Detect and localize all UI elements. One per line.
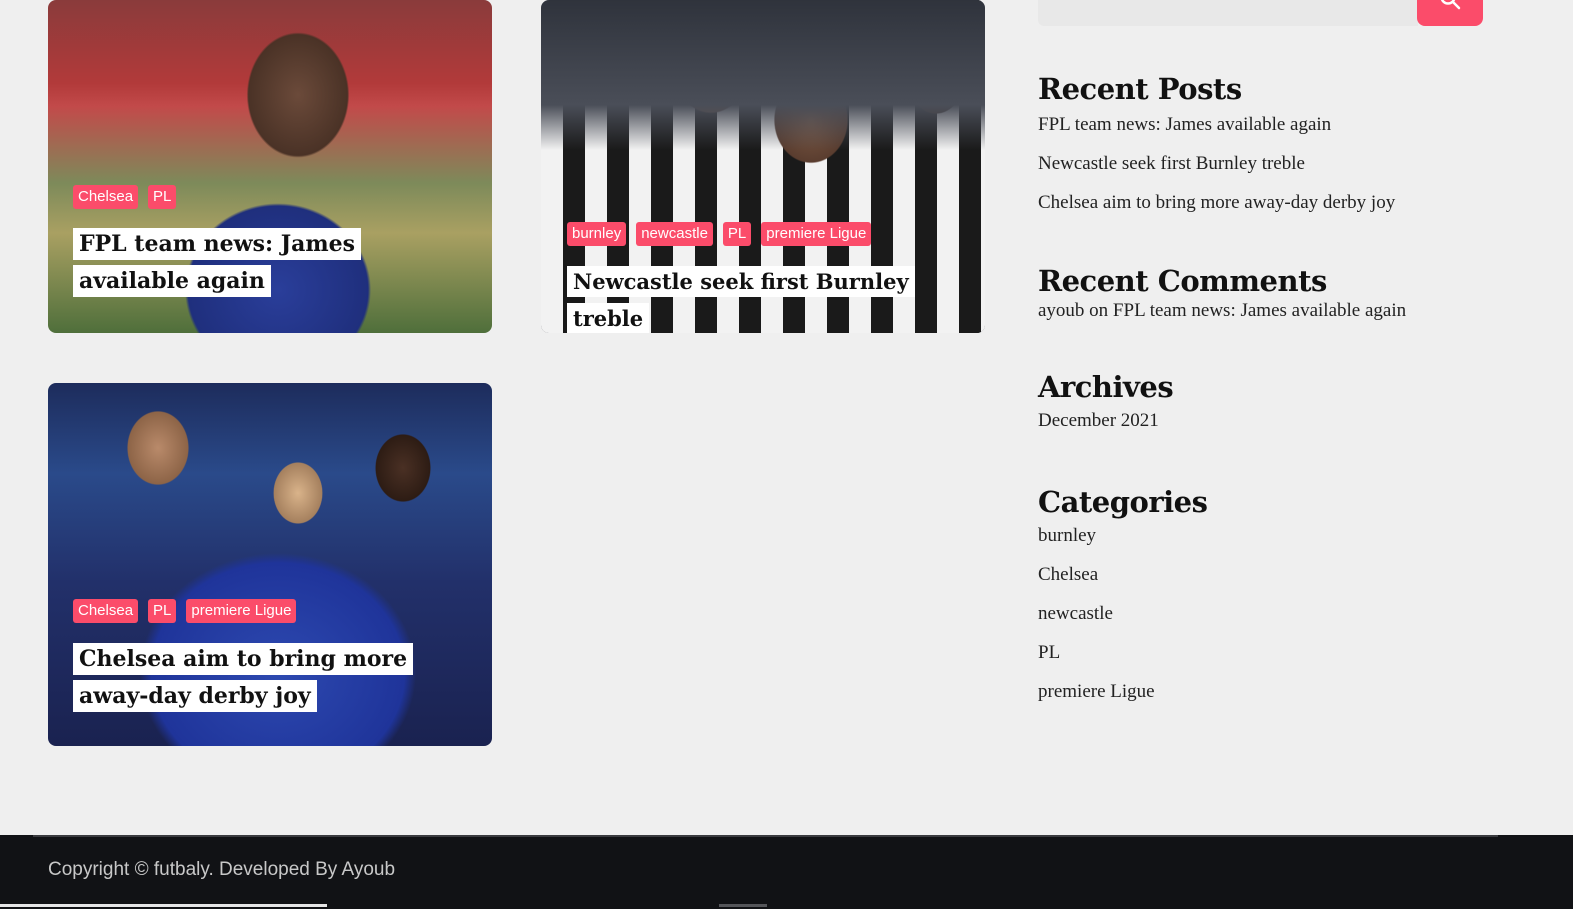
footer-copyright: Copyright © futbaly. Developed By Ayoub bbox=[48, 859, 396, 880]
recent-post-link[interactable]: FPL team news: James available again bbox=[1038, 112, 1508, 151]
recent-post-link[interactable]: Chelsea aim to bring more away-day derby… bbox=[1038, 190, 1508, 229]
archives-widget: Archives December 2021 bbox=[1038, 370, 1508, 447]
post-title-link[interactable]: Newcastle seek first Burnley treble bbox=[567, 266, 915, 333]
recent-comment-link[interactable]: ayoub on FPL team news: James available … bbox=[1038, 298, 1508, 337]
search-button[interactable] bbox=[1417, 0, 1483, 26]
category-link[interactable]: PL bbox=[1038, 640, 1508, 679]
archive-link[interactable]: December 2021 bbox=[1038, 408, 1508, 447]
post-card[interactable]: burnley newcastle PL premiere Ligue Newc… bbox=[541, 0, 985, 333]
post-tags: Chelsea PL premiere Ligue bbox=[73, 599, 297, 623]
categories-widget: Categories burnley Chelsea newcastle PL … bbox=[1038, 485, 1508, 718]
post-title[interactable]: Chelsea aim to bring more away-day derby… bbox=[73, 641, 443, 715]
search-input[interactable] bbox=[1038, 0, 1418, 26]
recent-posts-widget: Recent Posts FPL team news: James availa… bbox=[1038, 72, 1508, 229]
tag-link[interactable]: Chelsea bbox=[73, 185, 139, 209]
post-title[interactable]: FPL team news: James available again bbox=[73, 226, 423, 300]
tag-link[interactable]: newcastle bbox=[636, 222, 713, 246]
post-card[interactable]: Chelsea PL FPL team news: James availabl… bbox=[48, 0, 492, 333]
category-link[interactable]: premiere Ligue bbox=[1038, 679, 1508, 718]
footer: Copyright © futbaly. Developed By Ayoub bbox=[0, 835, 1573, 909]
widget-title: Categories bbox=[1038, 485, 1208, 519]
footer-divider bbox=[33, 835, 1498, 837]
tag-link[interactable]: PL bbox=[722, 222, 752, 246]
search-icon bbox=[1440, 0, 1461, 10]
category-link[interactable]: newcastle bbox=[1038, 601, 1508, 640]
post-tags: Chelsea PL bbox=[73, 185, 177, 209]
category-link[interactable]: Chelsea bbox=[1038, 562, 1508, 601]
tag-link[interactable]: premiere Ligue bbox=[761, 222, 872, 246]
tag-link[interactable]: Chelsea bbox=[73, 599, 139, 623]
post-card[interactable]: Chelsea PL premiere Ligue Chelsea aim to… bbox=[48, 383, 492, 746]
post-title-link[interactable]: Chelsea aim to bring more away-day derby… bbox=[73, 643, 414, 712]
post-title-link[interactable]: FPL team news: James available again bbox=[73, 228, 362, 297]
category-link[interactable]: burnley bbox=[1038, 523, 1508, 562]
post-tags: burnley newcastle PL premiere Ligue bbox=[567, 222, 872, 246]
page: Chelsea PL FPL team news: James availabl… bbox=[0, 0, 1573, 909]
recent-post-link[interactable]: Newcastle seek first Burnley treble bbox=[1038, 151, 1508, 190]
tag-link[interactable]: PL bbox=[148, 185, 177, 209]
post-title[interactable]: Newcastle seek first Burnley treble bbox=[567, 263, 947, 333]
widget-title: Recent Posts bbox=[1038, 72, 1242, 106]
tag-link[interactable]: premiere Ligue bbox=[186, 599, 297, 623]
widget-title: Archives bbox=[1038, 370, 1174, 404]
scroll-indicator bbox=[719, 904, 767, 907]
scroll-indicator bbox=[0, 904, 327, 907]
recent-comments-widget: Recent Comments ayoub on FPL team news: … bbox=[1038, 264, 1508, 337]
tag-link[interactable]: burnley bbox=[567, 222, 627, 246]
widget-title: Recent Comments bbox=[1038, 264, 1327, 298]
tag-link[interactable]: PL bbox=[148, 599, 177, 623]
